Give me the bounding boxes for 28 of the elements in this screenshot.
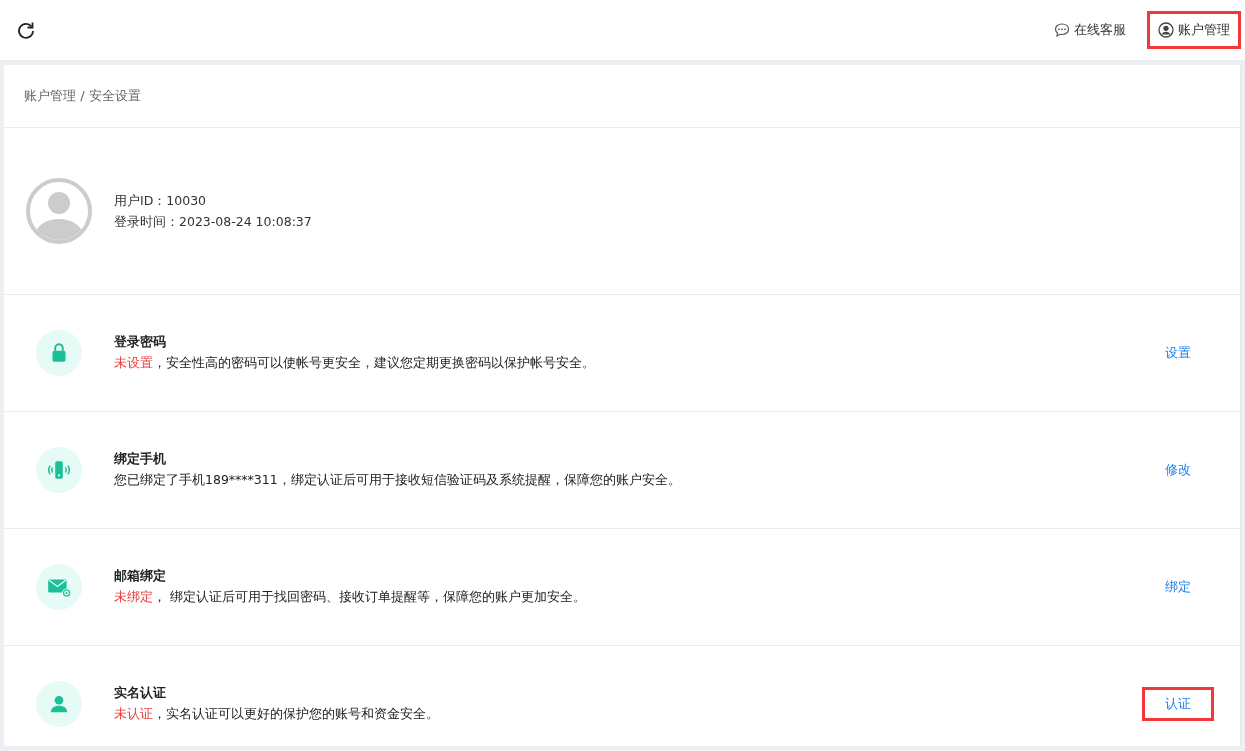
action-link[interactable]: 绑定 <box>1142 570 1214 604</box>
item-description: ， 绑定认证后可用于找回密码、接收订单提醒等，保障您的账户更加安全。 <box>153 589 586 604</box>
item-description: ，实名认证可以更好的保护您的账号和资金安全。 <box>153 706 439 721</box>
action-link[interactable]: 设置 <box>1142 336 1214 370</box>
action-link[interactable]: 认证 <box>1142 687 1214 721</box>
item-description: ，安全性高的密码可以使帐号更安全，建议您定期更换密码以保护帐号安全。 <box>153 355 595 370</box>
profile-info: 登录时间：2023-08-24 10:08:37 <box>114 213 312 230</box>
chat-icon <box>1054 22 1070 38</box>
profile-info: 用户ID：10030 <box>114 192 208 209</box>
item-title: 登录密码 <box>114 334 167 351</box>
nav-link[interactable]: 在线客服 <box>1043 11 1137 49</box>
status-text: 未设置 <box>114 355 153 370</box>
lock-icon <box>36 330 82 376</box>
phone-icon <box>36 447 82 493</box>
status-text: 未认证 <box>114 706 153 721</box>
mail-icon <box>36 564 82 610</box>
person-icon <box>36 681 82 727</box>
action-link[interactable]: 修改 <box>1142 453 1214 487</box>
refresh-icon[interactable] <box>16 20 36 40</box>
nav-link[interactable]: 账户管理 <box>1147 11 1241 49</box>
item-title: 邮箱绑定 <box>114 568 167 585</box>
user-icon <box>1158 22 1174 38</box>
breadcrumb: 账户管理 / 安全设置 <box>24 87 141 105</box>
item-description: 您已绑定了手机189****311，绑定认证后可用于接收短信验证码及系统提醒，保障您的账户安全。 <box>114 472 681 487</box>
avatar-icon <box>26 178 92 244</box>
item-title: 实名认证 <box>114 685 167 702</box>
status-text: 未绑定 <box>114 589 153 604</box>
item-title: 绑定手机 <box>114 451 167 468</box>
